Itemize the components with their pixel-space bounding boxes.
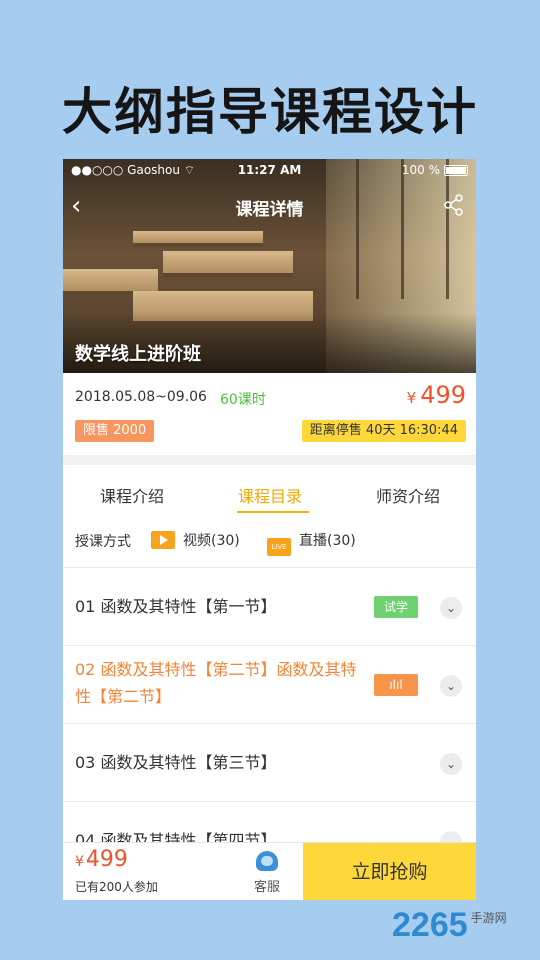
lesson-title: 01 函数及其特性【第一节】 (75, 597, 277, 616)
lesson-title: 02 函数及其特性【第二节】函数及其特性【第二节】 (75, 660, 357, 706)
course-price: ¥499 (407, 381, 466, 409)
course-name: 数学线上进阶班 (75, 344, 201, 365)
chevron-down-icon[interactable]: ⌄ (440, 675, 462, 697)
methods-label: 授课方式 (75, 534, 131, 550)
currency-symbol: ¥ (75, 854, 84, 870)
lesson-title: 03 函数及其特性【第三节】 (75, 753, 277, 772)
active-tab-indicator (237, 511, 309, 513)
battery-icon (444, 165, 468, 176)
course-tabs: 课程介绍 课程目录 师资介绍 (63, 465, 476, 515)
site-watermark-logo: 2265 手游网 (392, 906, 507, 944)
course-info: 2018.05.08~09.06 60课时 ¥499 限售 2000 距离停售 … (63, 373, 476, 455)
price-value: 499 (85, 847, 128, 872)
chevron-down-icon[interactable]: ⌄ (440, 753, 462, 775)
teaching-methods: 授课方式 视频(30) LIVE 直播(30) (63, 525, 476, 565)
tab-teachers[interactable]: 师资介绍 (339, 483, 476, 507)
list-item[interactable]: 02 函数及其特性【第二节】函数及其特性【第二节】 ılıl ⌄ (63, 645, 476, 723)
lesson-count: 60课时 (220, 392, 266, 408)
sale-limit-badge: 限售 2000 (75, 420, 155, 442)
bottom-price: ¥499 (75, 847, 128, 872)
promo-headline: 大纲指导课程设计 (62, 83, 478, 141)
list-item[interactable]: 01 函数及其特性【第一节】 试学 ⌄ (63, 567, 476, 645)
method-live[interactable]: LIVE 直播(30) (267, 530, 356, 556)
live-icon: LIVE (267, 538, 291, 556)
list-item[interactable]: 03 函数及其特性【第三节】 ⌄ (63, 723, 476, 801)
method-video[interactable]: 视频(30) (151, 530, 240, 550)
trial-badge: 试学 (374, 596, 418, 618)
desk (133, 231, 263, 247)
nav-bar: ‹ 课程详情 (63, 189, 476, 223)
price-value: 499 (420, 381, 466, 409)
desk (163, 251, 293, 277)
customer-service-button[interactable]: 客服 (239, 851, 295, 895)
course-hero-image: ●●○○○ Gaoshou ⌔ 11:27 AM 100 % ‹ 课程详情 数学… (63, 159, 476, 373)
video-icon (151, 531, 175, 549)
buy-now-button[interactable]: 立即抢购 (303, 843, 476, 900)
tab-catalog[interactable]: 课程目录 (201, 483, 339, 507)
audio-wave-icon: ılıl (374, 674, 418, 696)
purchase-bar: ¥499 已有200人参加 客服 立即抢购 (63, 842, 476, 900)
page-title: 课程详情 (235, 200, 304, 220)
status-bar: ●●○○○ Gaoshou ⌔ 11:27 AM 100 % (63, 159, 476, 181)
tab-intro[interactable]: 课程介绍 (63, 483, 201, 507)
currency-symbol: ¥ (406, 389, 417, 407)
phone-screen: ●●○○○ Gaoshou ⌔ 11:27 AM 100 % ‹ 课程详情 数学… (63, 159, 476, 900)
service-label: 客服 (253, 880, 280, 895)
section-divider (63, 455, 476, 465)
chevron-down-icon[interactable]: ⌄ (440, 597, 462, 619)
enrolled-count: 已有200人参加 (75, 880, 158, 894)
course-dates: 2018.05.08~09.06 (75, 389, 207, 405)
battery-percent: 100 % (401, 163, 440, 177)
headset-icon (256, 851, 278, 871)
countdown-badge: 距离停售 40天 16:30:44 (301, 420, 466, 442)
share-icon[interactable] (442, 193, 466, 217)
